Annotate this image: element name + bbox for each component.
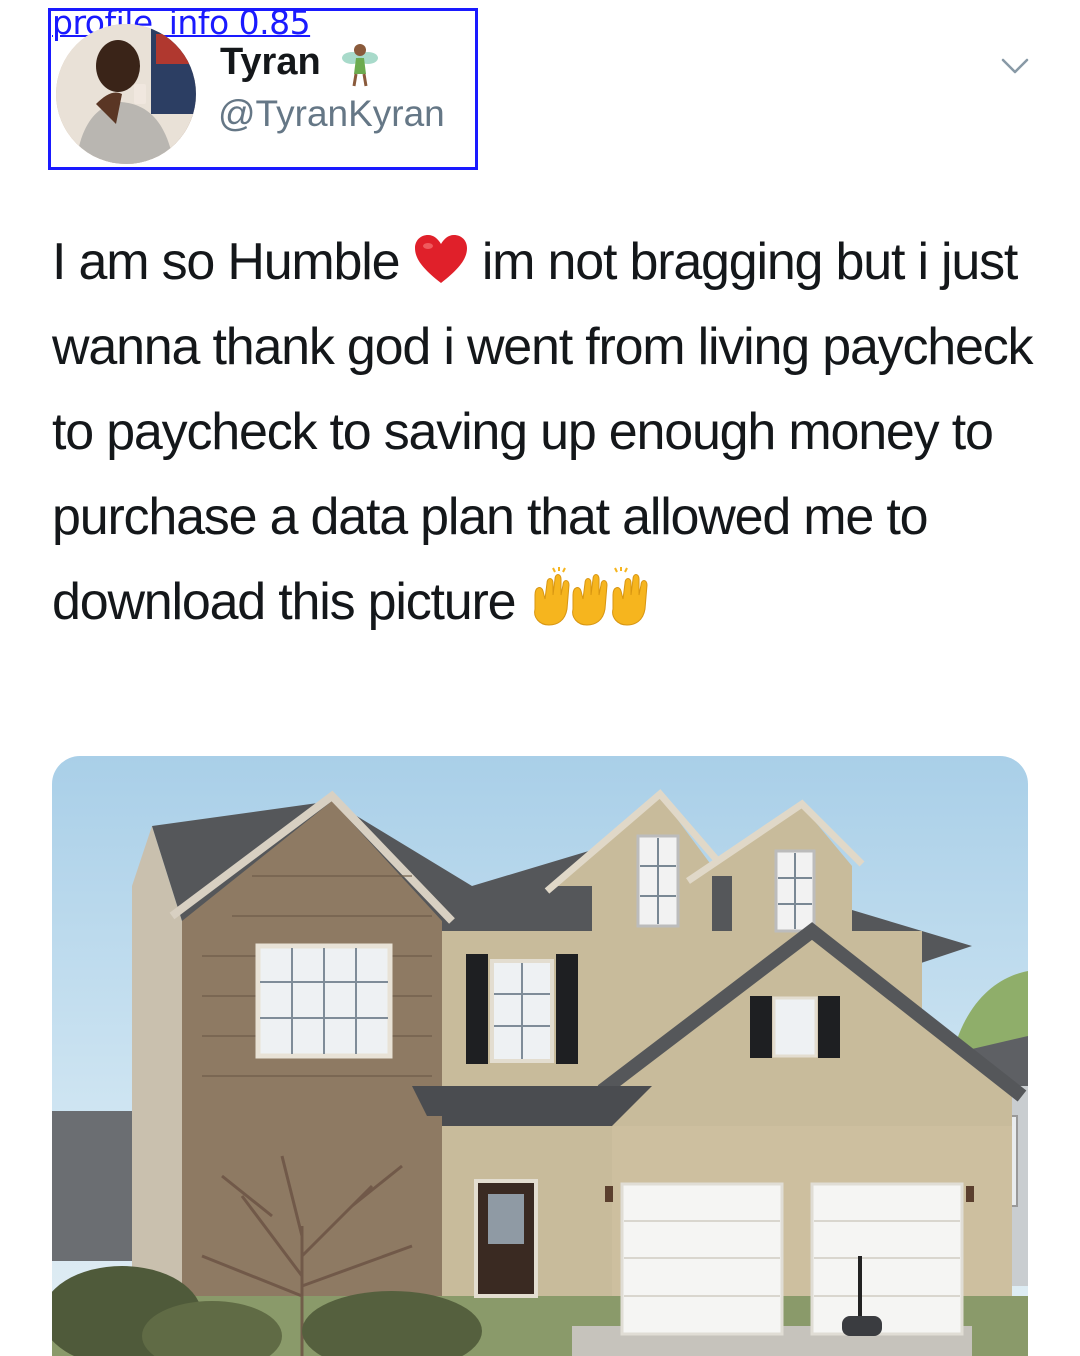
handle[interactable]: @TyranKyran	[218, 92, 445, 136]
chevron-down-icon[interactable]	[1000, 56, 1030, 76]
display-name[interactable]: Tyran	[220, 40, 321, 84]
tweet-text-part1: I am so Humble	[52, 233, 413, 291]
tweet-media-image[interactable]	[52, 756, 1028, 1356]
red-heart-emoji	[414, 235, 467, 283]
avatar[interactable]	[56, 24, 196, 164]
raising-hands-emoji	[533, 567, 648, 626]
house-photo	[52, 789, 1028, 1356]
fairy-emoji	[342, 44, 378, 87]
tweet-text: I am so Humble im not bragging but i jus…	[52, 220, 1042, 645]
